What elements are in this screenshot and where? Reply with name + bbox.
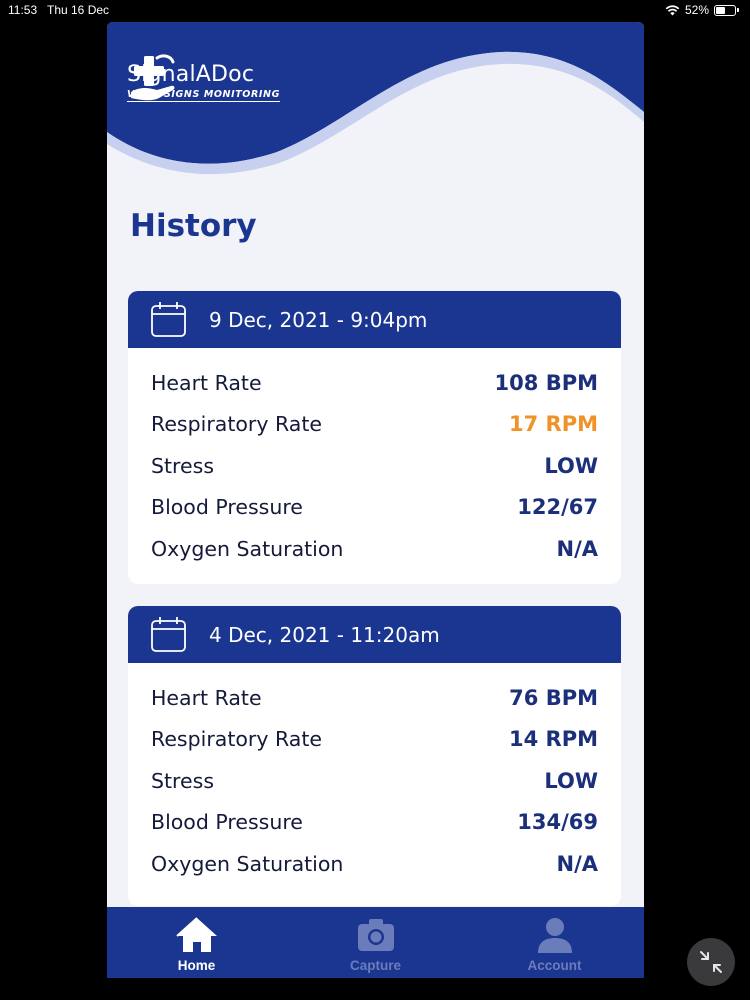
vital-row-stress: Stress LOW	[151, 760, 598, 802]
vital-row-blood-pressure: Blood Pressure 134/69	[151, 802, 598, 844]
status-time: 11:53	[8, 3, 38, 17]
logo-cross-hands-icon	[131, 54, 175, 101]
history-card-header: 4 Dec, 2021 - 11:20am	[128, 606, 621, 663]
record-date: 4 Dec, 2021 - 11:20am	[209, 622, 440, 647]
history-card-header: 9 Dec, 2021 - 9:04pm	[128, 291, 621, 348]
page-title: History	[130, 208, 257, 244]
app-logo: SignalADoc VITAL SIGNS MONITORING	[127, 52, 280, 102]
vital-value: 14 RPM	[509, 727, 598, 752]
vital-row-oxygen-saturation: Oxygen Saturation N/A	[151, 528, 598, 570]
battery-icon	[714, 4, 739, 16]
vital-value: 76 BPM	[509, 685, 598, 710]
vital-label: Stress	[151, 768, 215, 793]
vital-label: Heart Rate	[151, 685, 262, 710]
tab-account[interactable]: Account	[465, 907, 644, 978]
vital-row-blood-pressure: Blood Pressure 122/67	[151, 487, 598, 529]
status-date: Thu 16 Dec	[47, 3, 110, 17]
status-bar: 11:53 Thu 16 Dec 52%	[0, 0, 750, 22]
vital-value: N/A	[556, 851, 599, 876]
bottom-tab-bar: Home Capture Account	[107, 907, 644, 978]
app-window: SignalADoc VITAL SIGNS MONITORING Histor…	[107, 22, 644, 978]
vital-row-stress: Stress LOW	[151, 445, 598, 487]
app-header: SignalADoc VITAL SIGNS MONITORING	[107, 22, 644, 192]
vitals-list: Heart Rate 76 BPM Respiratory Rate 14 RP…	[128, 663, 621, 885]
vital-label: Oxygen Saturation	[151, 851, 344, 876]
vital-value: 134/69	[517, 810, 598, 835]
calendar-icon	[151, 617, 186, 652]
calendar-icon	[151, 302, 186, 337]
vital-label: Stress	[151, 453, 215, 478]
vital-row-heart-rate: Heart Rate 108 BPM	[151, 362, 598, 404]
vital-label: Oxygen Saturation	[151, 536, 344, 561]
battery-level	[716, 6, 726, 14]
vital-value: LOW	[544, 768, 598, 793]
shrink-arrows-icon	[700, 951, 722, 973]
tab-home[interactable]: Home	[107, 907, 286, 978]
vital-label: Blood Pressure	[151, 495, 303, 520]
vital-label: Blood Pressure	[151, 810, 303, 835]
vital-value: 122/67	[517, 495, 598, 520]
vital-label: Respiratory Rate	[151, 412, 322, 437]
tab-label: Home	[177, 958, 216, 973]
tab-label: Account	[527, 958, 582, 973]
wifi-icon	[665, 4, 680, 16]
home-icon	[175, 917, 217, 952]
header-wave	[107, 22, 644, 175]
camera-icon	[357, 919, 394, 951]
status-indicators: 52%	[665, 3, 739, 17]
vital-row-respiratory-rate: Respiratory Rate 14 RPM	[151, 719, 598, 761]
vital-label: Respiratory Rate	[151, 727, 322, 752]
history-card[interactable]: 4 Dec, 2021 - 11:20am Heart Rate 76 BPM …	[128, 606, 621, 906]
vital-row-respiratory-rate: Respiratory Rate 17 RPM	[151, 404, 598, 446]
user-icon	[537, 918, 572, 953]
vital-value: LOW	[544, 453, 598, 478]
vital-label: Heart Rate	[151, 370, 262, 395]
vital-value: N/A	[556, 536, 599, 561]
vital-value: 108 BPM	[494, 370, 598, 395]
vital-row-heart-rate: Heart Rate 76 BPM	[151, 677, 598, 719]
battery-percent: 52%	[684, 3, 709, 17]
vital-row-oxygen-saturation: Oxygen Saturation N/A	[151, 843, 598, 885]
exit-fullscreen-button[interactable]	[687, 938, 735, 986]
vitals-list: Heart Rate 108 BPM Respiratory Rate 17 R…	[128, 348, 621, 570]
tab-label: Capture	[349, 958, 401, 973]
record-date: 9 Dec, 2021 - 9:04pm	[209, 307, 428, 332]
vital-value-warning: 17 RPM	[509, 412, 598, 437]
tab-capture[interactable]: Capture	[286, 907, 465, 978]
history-card[interactable]: 9 Dec, 2021 - 9:04pm Heart Rate 108 BPM …	[128, 291, 621, 584]
